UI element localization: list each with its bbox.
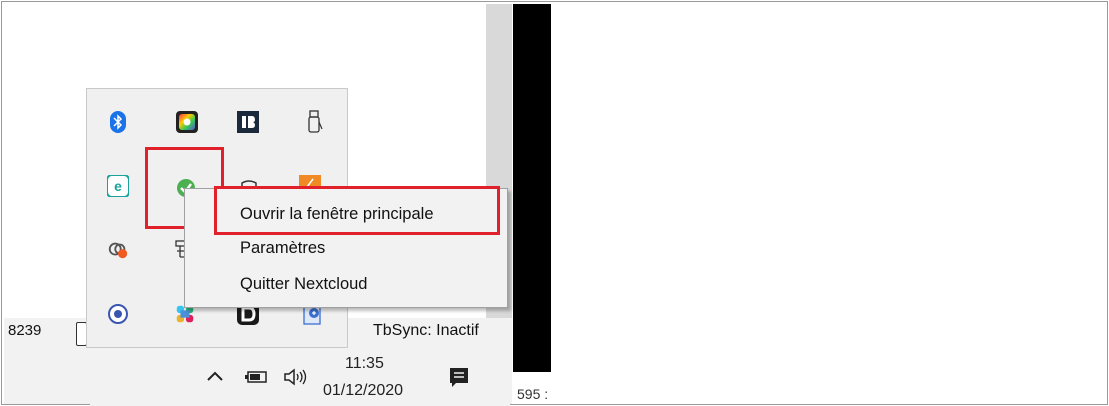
power-battery-icon[interactable] [245, 370, 269, 384]
bluetooth-icon[interactable] [107, 111, 129, 133]
clock-time[interactable]: 11:35 [345, 355, 384, 373]
menu-item-settings[interactable]: Paramètres [240, 239, 325, 258]
color-app-icon[interactable] [176, 111, 198, 133]
usb-device-icon[interactable] [304, 110, 326, 133]
menu-item-quit-nextcloud[interactable]: Quitter Nextcloud [240, 275, 367, 294]
svg-text:e: e [114, 178, 122, 194]
circular-app-icon[interactable] [107, 303, 129, 325]
action-center-icon[interactable] [448, 366, 470, 390]
dark-app-icon[interactable] [237, 111, 259, 133]
eset-icon[interactable]: e [107, 175, 129, 197]
volume-icon[interactable] [283, 368, 309, 386]
status-count: 8239 [8, 322, 42, 339]
status-value-secondary: 595 : [517, 386, 549, 402]
background-window [513, 4, 551, 372]
tbsync-status: TbSync: Inactif [373, 322, 479, 339]
show-hidden-icons-chevron-icon[interactable] [206, 370, 224, 382]
menu-item-highlight [214, 186, 500, 235]
creative-cloud-icon[interactable] [107, 239, 129, 261]
clock-date[interactable]: 01/12/2020 [323, 382, 403, 400]
